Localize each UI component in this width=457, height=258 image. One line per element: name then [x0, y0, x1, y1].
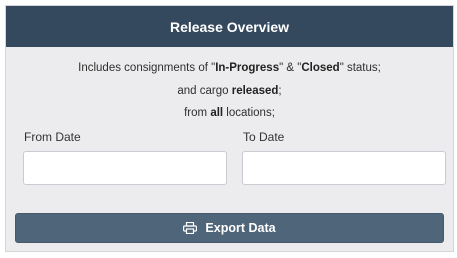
description-text: " & "	[279, 62, 302, 74]
export-data-button[interactable]: Export Data	[15, 213, 444, 243]
printer-icon	[183, 222, 198, 234]
status-closed: Closed	[301, 62, 340, 74]
description-text: Includes consignments of "	[78, 62, 216, 74]
description-line-2: and cargo released;	[6, 85, 453, 97]
release-overview-panel: Release Overview Includes consignments o…	[5, 5, 454, 252]
to-date-label: To Date	[243, 130, 285, 144]
to-date-input[interactable]	[242, 151, 446, 185]
description-line-1: Includes consignments of "In-Progress" &…	[6, 62, 453, 74]
export-data-label: Export Data	[205, 221, 276, 235]
cargo-released-text: released	[231, 85, 279, 97]
description-text: " status;	[339, 62, 381, 74]
all-locations-text: all	[210, 107, 224, 119]
panel-title: Release Overview	[169, 18, 290, 35]
description-text: and cargo	[177, 85, 232, 97]
from-date-label: From Date	[24, 130, 81, 144]
description-text: ;	[278, 85, 282, 97]
from-date-input[interactable]	[23, 151, 227, 185]
description-text: locations;	[223, 107, 275, 119]
panel-header: Release Overview	[6, 6, 453, 47]
description-line-3: from all locations;	[6, 107, 453, 119]
description-text: from	[184, 107, 211, 119]
status-in-progress: In-Progress	[215, 62, 280, 74]
